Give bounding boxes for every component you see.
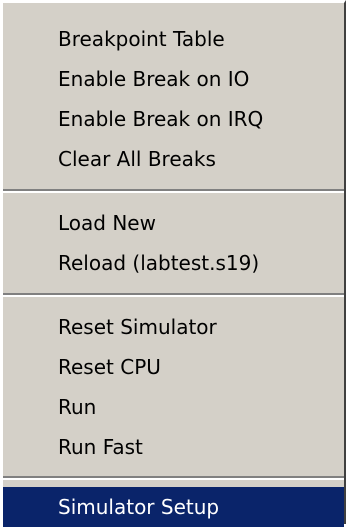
menu-item-breakpoint-table[interactable]: Breakpoint Table [3, 19, 344, 59]
menu-separator [3, 293, 344, 297]
menu-item-run[interactable]: Run [3, 387, 344, 427]
menu-item-reset-simulator[interactable]: Reset Simulator [3, 307, 344, 347]
context-menu: Breakpoint Table Enable Break on IO Enab… [0, 0, 346, 527]
menu-item-enable-break-on-irq[interactable]: Enable Break on IRQ [3, 99, 344, 139]
menu-item-clear-all-breaks[interactable]: Clear All Breaks [3, 139, 344, 179]
menu-item-load-new[interactable]: Load New [3, 203, 344, 243]
menu-item-reset-cpu[interactable]: Reset CPU [3, 347, 344, 387]
menu-separator [3, 476, 344, 480]
menu-item-enable-break-on-io[interactable]: Enable Break on IO [3, 59, 344, 99]
menu-item-simulator-setup[interactable]: Simulator Setup [3, 487, 344, 527]
menu-separator [3, 189, 344, 193]
menu-item-reload[interactable]: Reload (labtest.s19) [3, 243, 344, 283]
menu-item-run-fast[interactable]: Run Fast [3, 427, 344, 467]
